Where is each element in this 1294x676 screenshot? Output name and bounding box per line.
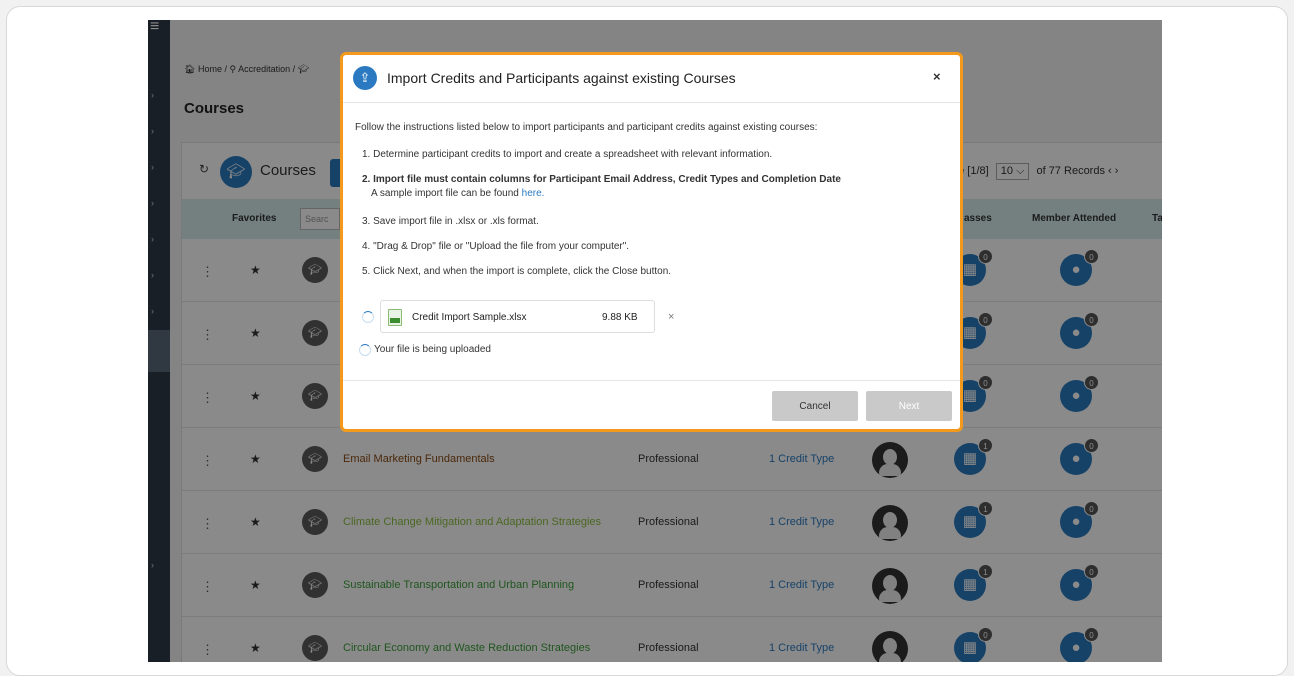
step-5: 5. Click Next, and when the import is co… xyxy=(362,266,672,277)
excel-file-icon xyxy=(388,309,402,326)
file-import-icon: ⇪ xyxy=(353,66,377,90)
next-button[interactable]: Next xyxy=(866,391,952,421)
import-credits-modal: ⇪ Import Credits and Participants agains… xyxy=(340,52,963,432)
upload-status: Your file is being uploaded xyxy=(374,344,491,355)
loading-spinner-icon xyxy=(362,311,374,323)
modal-title: Import Credits and Participants against … xyxy=(387,70,736,86)
uploaded-file-chip: Credit Import Sample.xlsx 9.88 KB xyxy=(380,300,655,333)
step-2: 2. Import file must contain columns for … xyxy=(362,174,841,199)
modal-header: ⇪ Import Credits and Participants agains… xyxy=(343,55,960,103)
loading-spinner-icon xyxy=(359,344,371,356)
modal-intro: Follow the instructions listed below to … xyxy=(355,122,818,133)
step-3: 3. Save import file in .xlsx or .xls for… xyxy=(362,216,539,227)
cancel-button[interactable]: Cancel xyxy=(772,391,858,421)
sample-file-link[interactable]: here. xyxy=(522,188,545,199)
remove-file-icon[interactable]: × xyxy=(668,311,674,323)
app-window: ≡ › › › › › › › ⌄ › 🏠︎ Home / ⚲ Accredit… xyxy=(148,20,1162,662)
file-size: 9.88 KB xyxy=(602,312,638,323)
step-1: 1. Determine participant credits to impo… xyxy=(362,149,773,160)
screenshot-frame: ≡ › › › › › › › ⌄ › 🏠︎ Home / ⚲ Accredit… xyxy=(6,6,1288,676)
modal-footer: Cancel Next xyxy=(343,380,960,432)
close-icon[interactable]: × xyxy=(933,69,941,84)
file-name: Credit Import Sample.xlsx xyxy=(412,312,527,323)
step-4: 4. "Drag & Drop" file or "Upload the fil… xyxy=(362,241,630,252)
